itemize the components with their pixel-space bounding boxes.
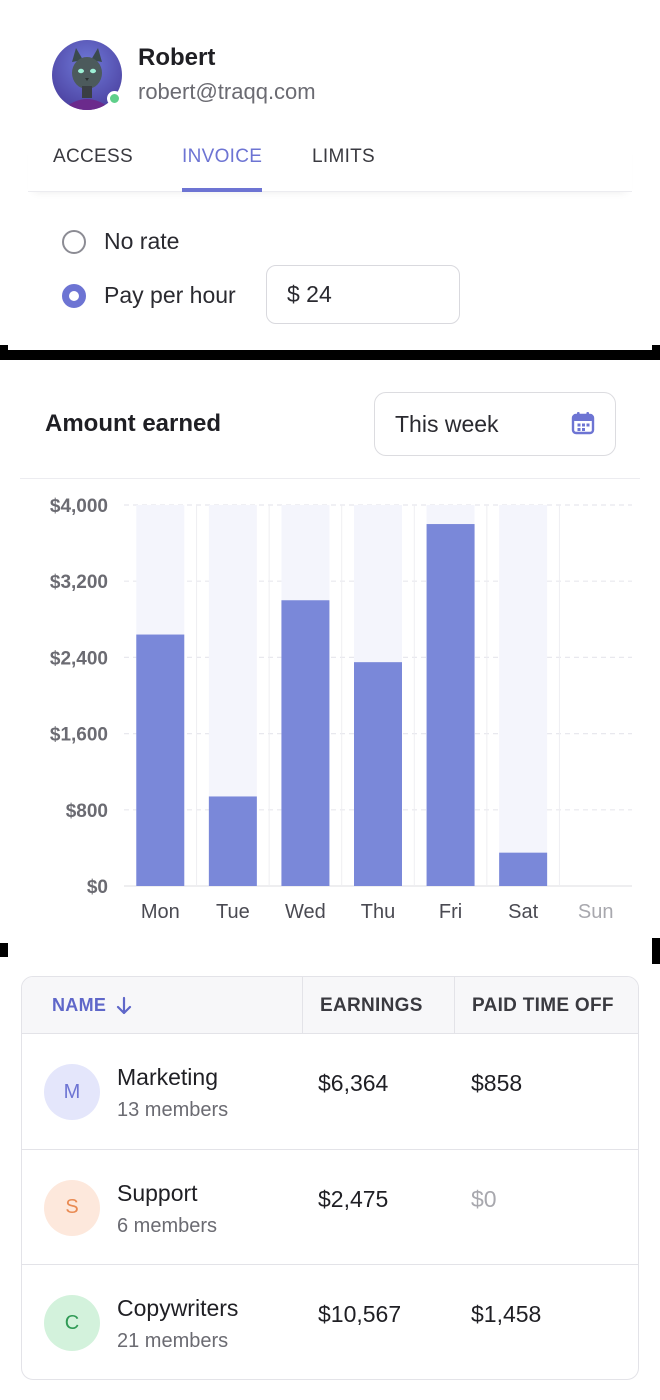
online-status-dot xyxy=(107,91,122,106)
pay-per-hour-label: Pay per hour xyxy=(104,282,236,308)
y-tick-label: $0 xyxy=(87,877,108,898)
tab-limits[interactable]: LIMITS xyxy=(312,146,375,192)
team-avatar: S xyxy=(44,1179,100,1236)
y-tick-label: $2,400 xyxy=(50,648,108,669)
bar-wed xyxy=(281,600,330,886)
column-header-name-label: NAME xyxy=(52,995,107,1015)
user-card: Robert robert@traqq.com ACCESS INVOICE L… xyxy=(0,0,660,350)
chart-title: Amount earned xyxy=(45,410,222,437)
x-tick-label: Tue xyxy=(216,901,250,920)
bar-fri xyxy=(426,524,475,886)
team-name: Marketing xyxy=(117,1064,218,1090)
team-member-count: 21 members xyxy=(117,1330,229,1352)
column-header-earnings[interactable]: EARNINGS xyxy=(302,977,423,1034)
tab-invoice[interactable]: INVOICE xyxy=(182,146,263,192)
teams-table: NAME EARNINGS PAID TIME OFF M Marketing … xyxy=(21,976,639,1380)
pay-per-hour-option[interactable]: Pay per hour xyxy=(62,282,236,309)
x-tick-label: Wed xyxy=(285,901,326,920)
period-select[interactable]: This week xyxy=(374,392,616,456)
hourly-rate-input[interactable]: $ 24 xyxy=(266,265,460,324)
team-name: Copywriters xyxy=(117,1295,239,1321)
pto-cell: $858 xyxy=(471,1070,523,1096)
calendar-icon xyxy=(571,412,595,435)
table-header: NAME EARNINGS PAID TIME OFF xyxy=(22,977,638,1034)
user-name: Robert xyxy=(138,44,216,71)
chart-bottom-right-cap xyxy=(652,938,660,964)
section-divider xyxy=(0,350,660,360)
no-rate-option[interactable]: No rate xyxy=(62,228,179,255)
pay-per-hour-radio[interactable] xyxy=(62,283,86,308)
bar-thu xyxy=(354,662,402,886)
user-email: robert@traqq.com xyxy=(138,79,316,104)
pto-cell: $0 xyxy=(471,1185,497,1212)
x-tick-label: Sun xyxy=(578,901,614,920)
team-avatar: C xyxy=(44,1295,100,1351)
table-row[interactable]: M Marketing 13 members $6,364 $858 xyxy=(22,1034,638,1150)
no-rate-radio[interactable] xyxy=(62,229,86,254)
avatar[interactable] xyxy=(52,40,122,110)
tab-access[interactable]: ACCESS xyxy=(53,146,133,192)
arrow-down-icon[interactable] xyxy=(116,996,132,1016)
user-profile: Robert robert@traqq.com xyxy=(52,40,316,110)
bar-mon xyxy=(136,634,185,886)
y-tick-label: $4,000 xyxy=(50,496,108,517)
earnings-bar-chart: $4,000 $3,200 $2,400 $1,600 $800 $0 Mon Tue Wed T… xyxy=(50,496,632,920)
team-avatar: M xyxy=(44,1064,100,1120)
earnings-cell: $2,475 xyxy=(318,1185,389,1212)
y-tick-label: $1,600 xyxy=(50,725,108,746)
x-tick-label: Thu xyxy=(361,901,395,920)
earnings-cell: $6,364 xyxy=(318,1070,389,1096)
pto-cell: $1,458 xyxy=(471,1301,542,1327)
y-tick-label: $800 xyxy=(66,801,108,822)
x-tick-label: Mon xyxy=(141,901,180,920)
earnings-chart-card: Amount earned This week $4,000 $3,200 $2,4… xyxy=(0,360,660,943)
chart-header-divider xyxy=(20,478,640,479)
x-tick-label: Sat xyxy=(508,901,538,920)
bar-track xyxy=(499,505,548,886)
bar-tue xyxy=(208,796,257,886)
table-row[interactable]: C Copywriters 21 members $10,567 $1,458 xyxy=(22,1265,638,1379)
no-rate-label: No rate xyxy=(104,228,180,254)
bar-sat xyxy=(499,852,548,886)
column-header-pto[interactable]: PAID TIME OFF xyxy=(454,977,614,1034)
team-name: Support xyxy=(117,1179,198,1206)
period-select-value: This week xyxy=(395,410,499,437)
column-header-name[interactable]: NAME xyxy=(52,977,132,1034)
y-tick-label: $3,200 xyxy=(50,572,108,593)
chart-bottom-left-cap xyxy=(0,943,8,957)
team-member-count: 6 members xyxy=(117,1214,218,1237)
earnings-cell: $10,567 xyxy=(318,1301,402,1327)
team-member-count: 13 members xyxy=(117,1099,229,1121)
table-row[interactable]: S Support 6 members $2,475 $0 xyxy=(22,1150,638,1265)
x-tick-label: Fri xyxy=(439,901,462,920)
tab-bar: ACCESS INVOICE LIMITS xyxy=(28,140,632,192)
